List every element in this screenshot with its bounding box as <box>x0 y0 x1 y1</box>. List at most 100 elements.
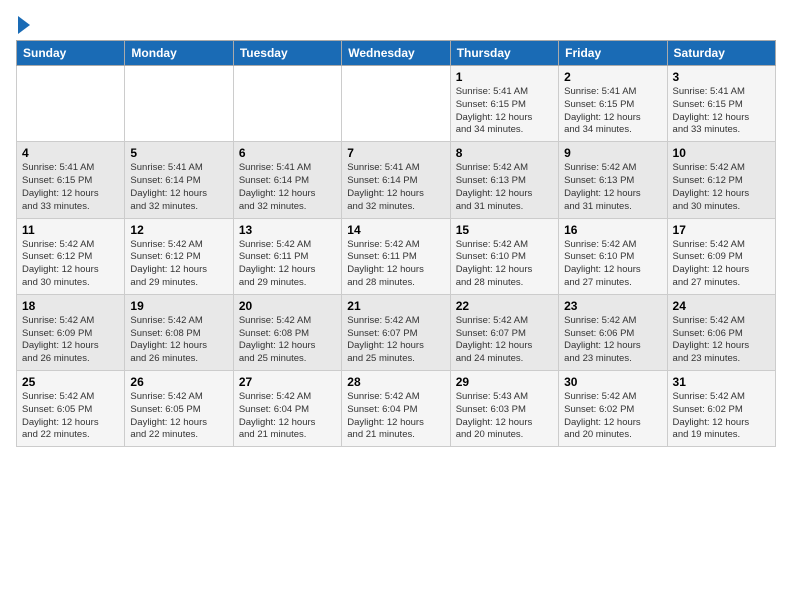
day-info: Sunrise: 5:42 AM Sunset: 6:10 PM Dayligh… <box>456 239 553 290</box>
day-info: Sunrise: 5:43 AM Sunset: 6:03 PM Dayligh… <box>456 391 553 442</box>
calendar-cell: 19 Sunrise: 5:42 AM Sunset: 6:08 PM Dayli… <box>125 294 233 370</box>
calendar-week-3: 11 Sunrise: 5:42 AM Sunset: 6:12 PM Dayli… <box>17 218 776 294</box>
day-info: Sunrise: 5:42 AM Sunset: 6:13 PM Dayligh… <box>564 162 661 213</box>
calendar-cell: 22Sunrise: 5:42 AM Sunset: 6:07 PM Dayli… <box>450 294 558 370</box>
day-number: 9 <box>564 146 661 160</box>
day-number: 3 <box>673 70 770 84</box>
day-info: Sunrise: 5:42 AM Sunset: 6:04 PM Dayligh… <box>239 391 336 442</box>
day-number: 10 <box>673 146 770 160</box>
calendar-cell: 4Sunrise: 5:41 AM Sunset: 6:15 PM Daylig… <box>17 142 125 218</box>
calendar-cell: 9 Sunrise: 5:42 AM Sunset: 6:13 PM Daylig… <box>559 142 667 218</box>
calendar-cell: 13 Sunrise: 5:42 AM Sunset: 6:11 PM Dayli… <box>233 218 341 294</box>
calendar-cell: 1Sunrise: 5:41 AM Sunset: 6:15 PM Daylig… <box>450 66 558 142</box>
day-number: 22 <box>456 299 553 313</box>
weekday-header-sunday: Sunday <box>17 41 125 66</box>
day-info: Sunrise: 5:41 AM Sunset: 6:15 PM Dayligh… <box>564 86 661 137</box>
day-info: Sunrise: 5:41 AM Sunset: 6:15 PM Dayligh… <box>456 86 553 137</box>
calendar-cell: 5Sunrise: 5:41 AM Sunset: 6:14 PM Daylig… <box>125 142 233 218</box>
day-number: 15 <box>456 223 553 237</box>
weekday-header-wednesday: Wednesday <box>342 41 450 66</box>
day-info: Sunrise: 5:42 AM Sunset: 6:06 PM Dayligh… <box>564 315 661 366</box>
calendar-cell <box>17 66 125 142</box>
calendar-cell: 2 Sunrise: 5:41 AM Sunset: 6:15 PM Daylig… <box>559 66 667 142</box>
day-number: 16 <box>564 223 661 237</box>
day-number: 21 <box>347 299 444 313</box>
calendar-cell: 20 Sunrise: 5:42 AM Sunset: 6:08 PM Dayli… <box>233 294 341 370</box>
day-info: Sunrise: 5:42 AM Sunset: 6:13 PM Dayligh… <box>456 162 553 213</box>
calendar-cell: 27 Sunrise: 5:42 AM Sunset: 6:04 PM Dayli… <box>233 371 341 447</box>
day-number: 2 <box>564 70 661 84</box>
day-info: Sunrise: 5:42 AM Sunset: 6:09 PM Dayligh… <box>673 239 770 290</box>
weekday-header-monday: Monday <box>125 41 233 66</box>
calendar-cell: 29 Sunrise: 5:43 AM Sunset: 6:03 PM Dayli… <box>450 371 558 447</box>
day-number: 11 <box>22 223 119 237</box>
calendar-cell: 12Sunrise: 5:42 AM Sunset: 6:12 PM Dayli… <box>125 218 233 294</box>
day-info: Sunrise: 5:42 AM Sunset: 6:04 PM Dayligh… <box>347 391 444 442</box>
day-info: Sunrise: 5:42 AM Sunset: 6:11 PM Dayligh… <box>347 239 444 290</box>
day-number: 12 <box>130 223 227 237</box>
weekday-header-tuesday: Tuesday <box>233 41 341 66</box>
calendar-cell: 24Sunrise: 5:42 AM Sunset: 6:06 PM Dayli… <box>667 294 775 370</box>
day-number: 27 <box>239 375 336 389</box>
day-number: 13 <box>239 223 336 237</box>
calendar-cell: 16 Sunrise: 5:42 AM Sunset: 6:10 PM Dayli… <box>559 218 667 294</box>
calendar-cell: 3 Sunrise: 5:41 AM Sunset: 6:15 PM Daylig… <box>667 66 775 142</box>
day-info: Sunrise: 5:42 AM Sunset: 6:11 PM Dayligh… <box>239 239 336 290</box>
day-info: Sunrise: 5:42 AM Sunset: 6:09 PM Dayligh… <box>22 315 119 366</box>
day-number: 20 <box>239 299 336 313</box>
day-number: 28 <box>347 375 444 389</box>
day-number: 5 <box>130 146 227 160</box>
day-info: Sunrise: 5:42 AM Sunset: 6:08 PM Dayligh… <box>130 315 227 366</box>
calendar-cell: 18 Sunrise: 5:42 AM Sunset: 6:09 PM Dayli… <box>17 294 125 370</box>
day-number: 8 <box>456 146 553 160</box>
calendar-week-1: 1Sunrise: 5:41 AM Sunset: 6:15 PM Daylig… <box>17 66 776 142</box>
day-number: 4 <box>22 146 119 160</box>
calendar-cell: 25 Sunrise: 5:42 AM Sunset: 6:05 PM Dayli… <box>17 371 125 447</box>
day-number: 31 <box>673 375 770 389</box>
day-number: 26 <box>130 375 227 389</box>
day-number: 24 <box>673 299 770 313</box>
day-number: 30 <box>564 375 661 389</box>
day-number: 25 <box>22 375 119 389</box>
calendar-cell: 30Sunrise: 5:42 AM Sunset: 6:02 PM Dayli… <box>559 371 667 447</box>
day-info: Sunrise: 5:41 AM Sunset: 6:14 PM Dayligh… <box>239 162 336 213</box>
calendar-table: SundayMondayTuesdayWednesdayThursdayFrid… <box>16 40 776 447</box>
day-number: 17 <box>673 223 770 237</box>
calendar-cell <box>125 66 233 142</box>
day-info: Sunrise: 5:42 AM Sunset: 6:12 PM Dayligh… <box>673 162 770 213</box>
day-info: Sunrise: 5:42 AM Sunset: 6:10 PM Dayligh… <box>564 239 661 290</box>
day-number: 18 <box>22 299 119 313</box>
calendar-cell: 23 Sunrise: 5:42 AM Sunset: 6:06 PM Dayli… <box>559 294 667 370</box>
weekday-header-friday: Friday <box>559 41 667 66</box>
logo-arrow-icon <box>18 16 30 34</box>
day-info: Sunrise: 5:41 AM Sunset: 6:15 PM Dayligh… <box>673 86 770 137</box>
calendar-week-5: 25 Sunrise: 5:42 AM Sunset: 6:05 PM Dayli… <box>17 371 776 447</box>
calendar-cell: 28 Sunrise: 5:42 AM Sunset: 6:04 PM Dayli… <box>342 371 450 447</box>
calendar-cell: 31 Sunrise: 5:42 AM Sunset: 6:02 PM Dayli… <box>667 371 775 447</box>
calendar-cell: 7Sunrise: 5:41 AM Sunset: 6:14 PM Daylig… <box>342 142 450 218</box>
calendar-cell: 26 Sunrise: 5:42 AM Sunset: 6:05 PM Dayli… <box>125 371 233 447</box>
weekday-header-row: SundayMondayTuesdayWednesdayThursdayFrid… <box>17 41 776 66</box>
day-info: Sunrise: 5:42 AM Sunset: 6:05 PM Dayligh… <box>130 391 227 442</box>
calendar-cell: 21 Sunrise: 5:42 AM Sunset: 6:07 PM Dayli… <box>342 294 450 370</box>
calendar-cell: 11 Sunrise: 5:42 AM Sunset: 6:12 PM Dayli… <box>17 218 125 294</box>
day-number: 29 <box>456 375 553 389</box>
calendar-cell: 14 Sunrise: 5:42 AM Sunset: 6:11 PM Dayli… <box>342 218 450 294</box>
calendar-cell: 8 Sunrise: 5:42 AM Sunset: 6:13 PM Daylig… <box>450 142 558 218</box>
calendar-cell <box>233 66 341 142</box>
day-number: 14 <box>347 223 444 237</box>
logo <box>16 16 30 34</box>
day-number: 23 <box>564 299 661 313</box>
day-info: Sunrise: 5:42 AM Sunset: 6:07 PM Dayligh… <box>347 315 444 366</box>
day-number: 19 <box>130 299 227 313</box>
day-info: Sunrise: 5:42 AM Sunset: 6:02 PM Dayligh… <box>673 391 770 442</box>
calendar-cell: 17 Sunrise: 5:42 AM Sunset: 6:09 PM Dayli… <box>667 218 775 294</box>
day-info: Sunrise: 5:42 AM Sunset: 6:12 PM Dayligh… <box>22 239 119 290</box>
day-info: Sunrise: 5:42 AM Sunset: 6:08 PM Dayligh… <box>239 315 336 366</box>
day-info: Sunrise: 5:42 AM Sunset: 6:05 PM Dayligh… <box>22 391 119 442</box>
calendar-week-4: 18 Sunrise: 5:42 AM Sunset: 6:09 PM Dayli… <box>17 294 776 370</box>
calendar-cell: 6Sunrise: 5:41 AM Sunset: 6:14 PM Daylig… <box>233 142 341 218</box>
calendar-cell: 10 Sunrise: 5:42 AM Sunset: 6:12 PM Dayli… <box>667 142 775 218</box>
day-info: Sunrise: 5:41 AM Sunset: 6:14 PM Dayligh… <box>347 162 444 213</box>
page-header <box>16 16 776 34</box>
